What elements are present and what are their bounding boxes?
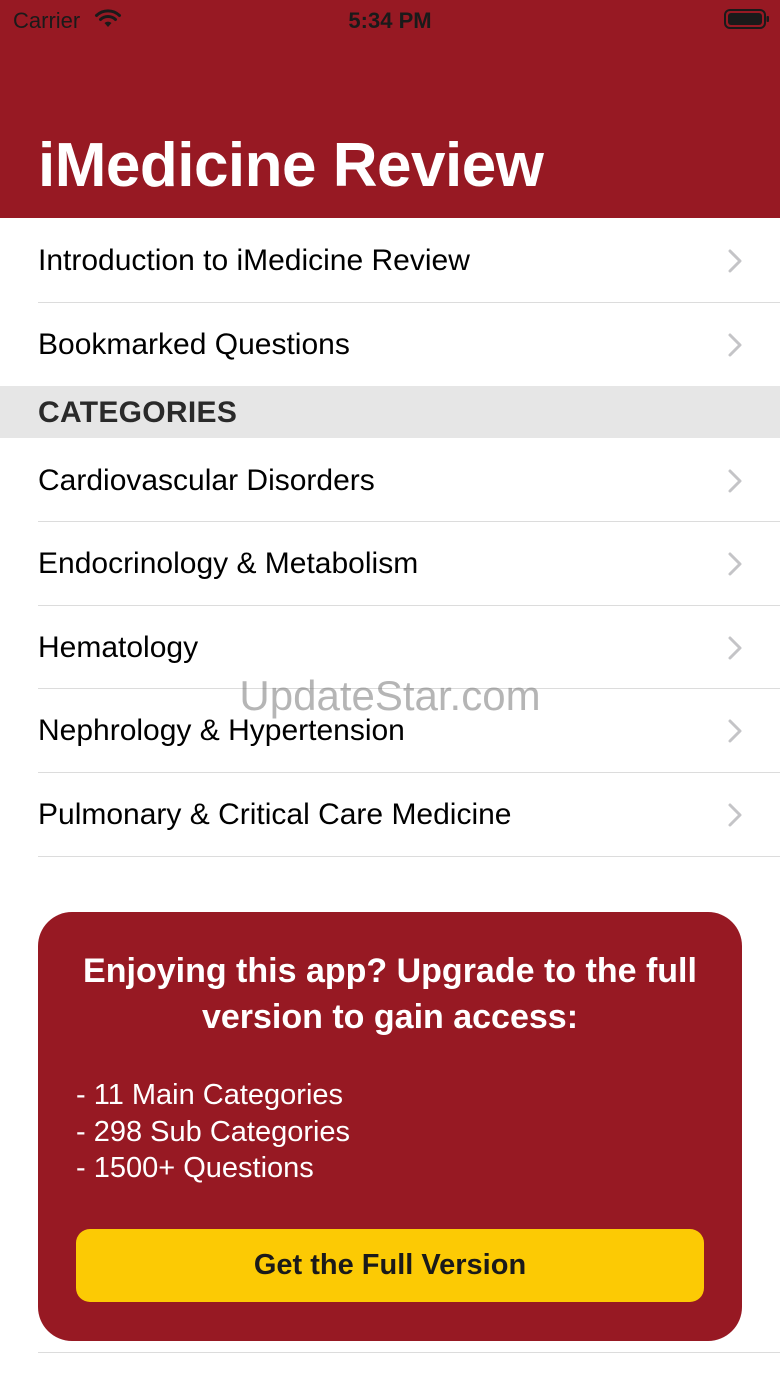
upgrade-promo-card: Enjoying this app? Upgrade to the full v… — [38, 912, 742, 1341]
chevron-right-icon — [728, 469, 742, 493]
category-item-pulmonary[interactable]: Pulmonary & Critical Care Medicine — [0, 773, 780, 856]
category-label: Cardiovascular Disorders — [38, 464, 375, 497]
section-header-label: CATEGORIES — [38, 396, 238, 429]
menu-item-label: Introduction to iMedicine Review — [38, 244, 470, 277]
row-divider — [38, 1352, 780, 1353]
chevron-right-icon — [728, 249, 742, 273]
row-divider — [38, 856, 780, 857]
promo-feature-item: - 11 Main Categories — [76, 1079, 344, 1111]
menu-item-introduction[interactable]: Introduction to iMedicine Review — [0, 219, 780, 302]
page-title: iMedicine Review — [38, 131, 544, 200]
category-label: Endocrinology & Metabolism — [38, 547, 419, 580]
chevron-right-icon — [728, 719, 742, 743]
status-bar: Carrier 5:34 PM — [0, 0, 780, 40]
navigation-header: Carrier 5:34 PM iMedicine Review — [0, 0, 780, 218]
category-label: Pulmonary & Critical Care Medicine — [38, 798, 512, 831]
battery-icon — [724, 9, 769, 29]
category-label: Hematology — [38, 631, 199, 664]
status-time: 5:34 PM — [348, 8, 432, 33]
category-label: Nephrology & Hypertension — [38, 714, 405, 747]
category-item-cardiovascular[interactable]: Cardiovascular Disorders — [0, 439, 780, 522]
chevron-right-icon — [728, 333, 742, 357]
promo-feature-list: - 11 Main Categories - 298 Sub Categorie… — [76, 1077, 350, 1187]
menu-item-label: Bookmarked Questions — [38, 328, 350, 361]
promo-feature-item: - 1500+ Questions — [76, 1152, 314, 1184]
chevron-right-icon — [728, 636, 742, 660]
categories-section-header: CATEGORIES — [0, 386, 780, 438]
chevron-right-icon — [728, 552, 742, 576]
menu-item-bookmarked-questions[interactable]: Bookmarked Questions — [0, 303, 780, 386]
category-item-endocrinology[interactable]: Endocrinology & Metabolism — [0, 522, 780, 605]
category-item-nephrology[interactable]: Nephrology & Hypertension — [0, 689, 780, 772]
get-full-version-button[interactable]: Get the Full Version — [76, 1229, 704, 1302]
promo-title: Enjoying this app? Upgrade to the full v… — [83, 952, 697, 1036]
chevron-right-icon — [728, 803, 742, 827]
promo-feature-item: - 298 Sub Categories — [76, 1115, 351, 1148]
category-item-hematology[interactable]: Hematology — [0, 606, 780, 689]
